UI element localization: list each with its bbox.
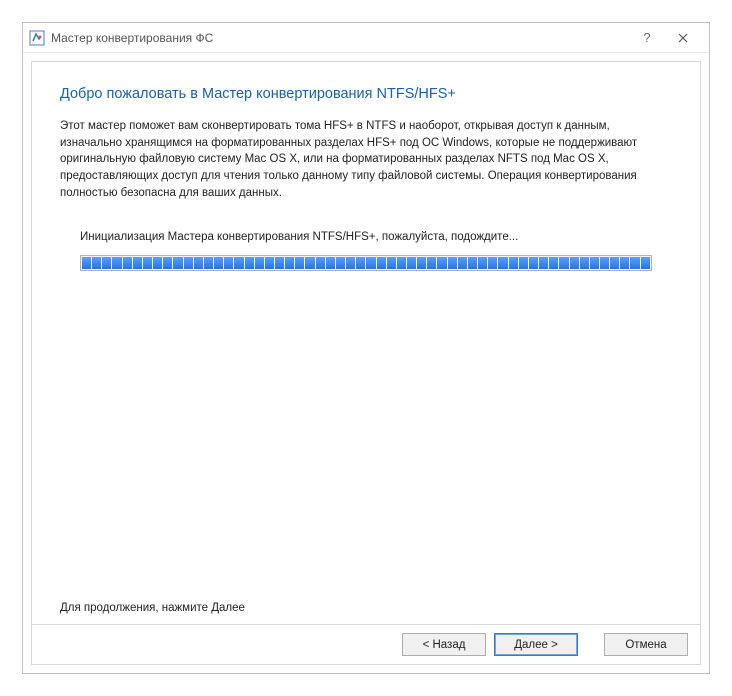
page-heading: Добро пожаловать в Мастер конвертировани… — [60, 86, 672, 102]
progress-segment — [123, 257, 132, 269]
progress-segment — [377, 257, 386, 269]
progress-segment — [336, 257, 345, 269]
progress-segment — [153, 257, 162, 269]
cancel-button[interactable]: Отмена — [604, 633, 688, 656]
content-area: Добро пожаловать в Мастер конвертировани… — [32, 62, 700, 602]
progress-segment — [102, 257, 111, 269]
progress-segment — [570, 257, 579, 269]
progress-segment — [143, 257, 152, 269]
progress-segment — [641, 257, 650, 269]
titlebar: Мастер конвертирования ФС ? — [23, 23, 709, 53]
progress-segment — [163, 257, 172, 269]
progress-segment — [417, 257, 426, 269]
help-button[interactable]: ? — [629, 24, 665, 52]
progress-segment — [184, 257, 193, 269]
progress-segment — [397, 257, 406, 269]
progress-bar — [80, 255, 652, 271]
progress-segment — [366, 257, 375, 269]
progress-segment — [448, 257, 457, 269]
progress-segment — [275, 257, 284, 269]
button-row: < Назад Далее > Отмена — [32, 624, 700, 664]
progress-segment — [194, 257, 203, 269]
next-button[interactable]: Далее > — [494, 633, 578, 656]
progress-segment — [519, 257, 528, 269]
progress-segment — [305, 257, 314, 269]
close-button[interactable] — [665, 24, 701, 52]
progress-segment — [82, 257, 91, 269]
progress-segment — [173, 257, 182, 269]
button-spacer — [586, 633, 596, 656]
wizard-panel: Добро пожаловать в Мастер конвертировани… — [31, 61, 701, 665]
progress-segment — [478, 257, 487, 269]
page-description: Этот мастер поможет вам сконвертировать … — [60, 118, 672, 201]
progress-segment — [488, 257, 497, 269]
progress-segment — [407, 257, 416, 269]
progress-segment — [549, 257, 558, 269]
app-icon — [29, 30, 45, 46]
status-text: Инициализация Мастера конвертирования NT… — [80, 231, 672, 243]
progress-segment — [204, 257, 213, 269]
progress-segment — [620, 257, 629, 269]
progress-segment — [316, 257, 325, 269]
window-title: Мастер конвертирования ФС — [51, 31, 629, 45]
progress-segment — [285, 257, 294, 269]
progress-segment — [437, 257, 446, 269]
wizard-window: Мастер конвертирования ФС ? Добро пожало… — [22, 22, 710, 674]
progress-segment — [112, 257, 121, 269]
progress-segment — [295, 257, 304, 269]
progress-segment — [133, 257, 142, 269]
progress-segment — [245, 257, 254, 269]
progress-segment — [600, 257, 609, 269]
progress-segment — [346, 257, 355, 269]
progress-segment — [356, 257, 365, 269]
progress-segment — [326, 257, 335, 269]
progress-segment — [509, 257, 518, 269]
progress-segment — [234, 257, 243, 269]
progress-segment — [458, 257, 467, 269]
progress-segment — [468, 257, 477, 269]
progress-segment — [580, 257, 589, 269]
progress-segment — [387, 257, 396, 269]
back-button[interactable]: < Назад — [402, 633, 486, 656]
progress-segment — [559, 257, 568, 269]
progress-segment — [255, 257, 264, 269]
progress-segment — [224, 257, 233, 269]
progress-segment — [214, 257, 223, 269]
progress-segment — [590, 257, 599, 269]
progress-segment — [427, 257, 436, 269]
footer-hint: Для продолжения, нажмите Далее — [32, 602, 700, 624]
progress-segment — [498, 257, 507, 269]
progress-segment — [529, 257, 538, 269]
progress-segment — [92, 257, 101, 269]
progress-segment — [630, 257, 639, 269]
progress-segment — [610, 257, 619, 269]
progress-segment — [265, 257, 274, 269]
progress-segment — [539, 257, 548, 269]
